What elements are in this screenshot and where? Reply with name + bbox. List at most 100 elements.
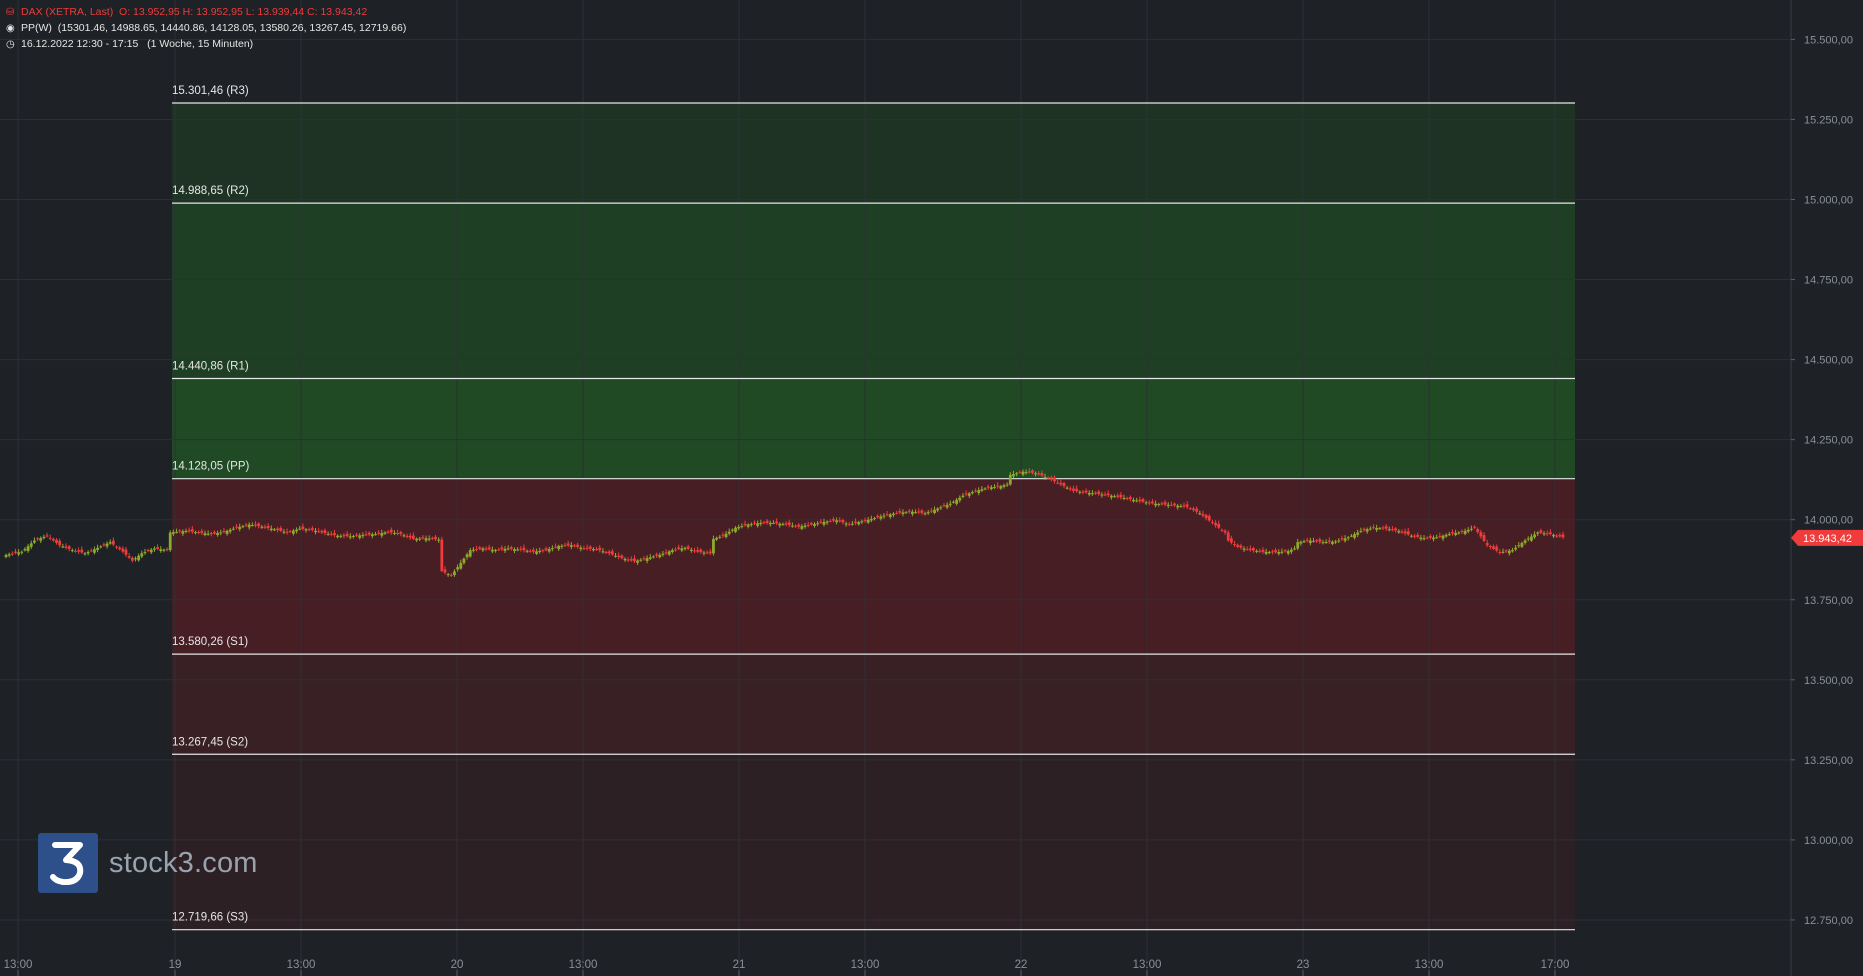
candle-body (1533, 534, 1536, 538)
candle-body (156, 547, 159, 549)
candle-body (1293, 548, 1296, 550)
x-tick-label: 17:00 (1541, 959, 1570, 971)
candle-body (917, 511, 921, 513)
candle-body (787, 522, 791, 526)
candle-body (1517, 545, 1521, 547)
candle-body (1182, 505, 1186, 507)
candle-body (1331, 541, 1334, 544)
candle-body (907, 510, 911, 512)
pivot-zone-s2-s3 (172, 754, 1575, 930)
candle (89, 548, 93, 552)
indicator-header: ◉ PP(W) (15301.46, 14988.65, 14440.86, 14… (6, 22, 406, 34)
candle-body (1154, 503, 1157, 506)
candle (42, 534, 46, 540)
y-tick-label: 15.250,00 (1804, 114, 1853, 126)
candle-body (241, 526, 245, 528)
candle-body (446, 574, 450, 576)
candle-body (1428, 535, 1432, 538)
candle-body (1185, 504, 1189, 507)
candle-body (797, 524, 801, 527)
candle-body (1349, 535, 1353, 537)
candle-body (1135, 500, 1139, 502)
candle-body (1078, 491, 1082, 493)
candle (20, 550, 24, 555)
x-tick-label: 13:00 (4, 959, 33, 971)
candle-body (1501, 551, 1505, 553)
candle-body (33, 540, 36, 543)
candle-body (1387, 529, 1391, 531)
candle (77, 547, 81, 554)
candle-body (724, 533, 728, 538)
candle-body (955, 499, 959, 504)
candle-body (1012, 474, 1015, 477)
candle-body (1163, 502, 1167, 505)
candle-body (370, 534, 374, 536)
candle-body (607, 551, 611, 554)
candle-body (803, 525, 807, 527)
candle (105, 541, 109, 549)
candle-body (1470, 528, 1473, 530)
candle-body (266, 525, 270, 529)
candle-body (310, 528, 314, 530)
candle-body (1473, 526, 1476, 528)
candle-body (497, 549, 501, 551)
candle-body (1504, 550, 1508, 552)
candle-body (1046, 477, 1050, 479)
candle-body (1195, 508, 1199, 512)
candle-body (1144, 502, 1148, 504)
candle-body (269, 528, 273, 531)
candle-body (181, 531, 185, 534)
candle-body (648, 557, 652, 559)
candle-body (939, 507, 943, 509)
candle-body (1188, 508, 1192, 510)
candle (39, 536, 43, 543)
candle-body (389, 529, 393, 533)
x-tick-label: 13:00 (569, 959, 598, 971)
candle-body (642, 558, 646, 560)
candle-body (895, 513, 899, 515)
candle-body (806, 524, 810, 526)
candle-body (430, 537, 434, 539)
stock3-logo: stock3.com (38, 833, 258, 893)
x-tick-label: 19 (169, 959, 182, 971)
candle-body (1068, 488, 1072, 490)
clock-icon: ◷ (6, 39, 15, 50)
y-axis: 12.750,00 13.000,00 13.250,00 13.500,00 13.7… (1791, 34, 1853, 927)
candle-body (734, 527, 737, 532)
indicator-icon[interactable]: ◉ (6, 23, 17, 34)
candle-body (617, 555, 621, 557)
x-tick-label: 20 (451, 959, 464, 971)
candle-body (1545, 533, 1549, 535)
candle-body (898, 511, 902, 513)
candle-body (1444, 534, 1448, 537)
candle-body (1207, 515, 1211, 521)
candle-body (1211, 521, 1214, 523)
candle-body (285, 531, 289, 533)
candle-body (569, 545, 573, 547)
candle-body (260, 526, 264, 528)
candle-body (399, 532, 403, 535)
candle-body (699, 549, 703, 553)
interval-info: (1 Woche, 15 Minuten) (147, 38, 254, 50)
candle-body (80, 549, 84, 553)
candle-body (7, 554, 11, 556)
candle-body (412, 535, 415, 539)
date-range: 16.12.2022 12:30 - 17:15 (21, 38, 139, 50)
candle-body (26, 546, 30, 552)
candle-body (67, 546, 71, 549)
y-tick-label: 13.250,00 (1804, 755, 1853, 767)
candle-body (538, 550, 542, 553)
candle-body (175, 531, 178, 533)
candle (96, 544, 99, 553)
candle-body (1147, 502, 1151, 504)
candle (26, 543, 30, 553)
candle-body (746, 524, 750, 527)
candle-body (1065, 487, 1069, 489)
price-chart[interactable]: 15.301,46 (R3) 14.988,65 (R2) 14.440,86 (R… (0, 0, 1863, 976)
candle-body (592, 548, 595, 551)
candle (93, 546, 96, 555)
candle-body (102, 544, 106, 546)
candle-body (1005, 484, 1009, 486)
candle-body (519, 548, 523, 550)
candle-body (1204, 514, 1208, 519)
